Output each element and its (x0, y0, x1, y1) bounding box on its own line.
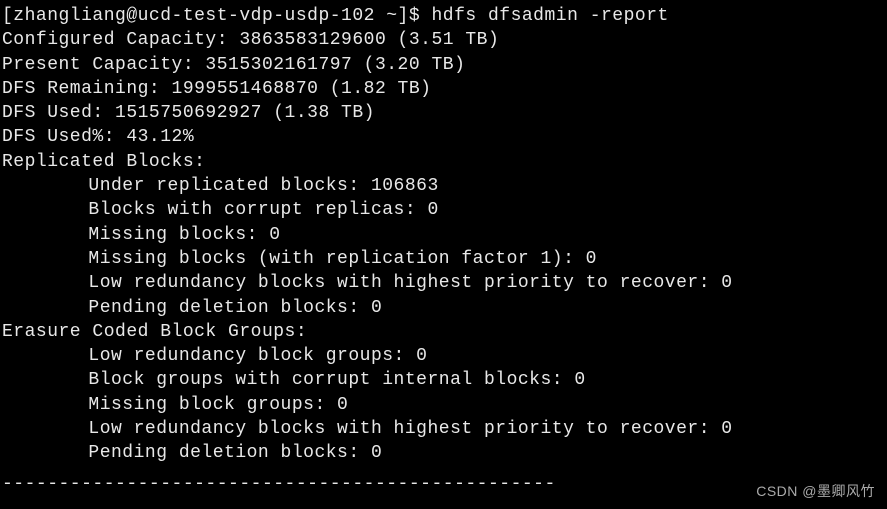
prompt-user-host: [zhangliang@ucd-test-vdp-usdp-102 ~]$ (2, 6, 431, 26)
erasure-header: Erasure Coded Block Groups: (2, 320, 885, 344)
configured-capacity: Configured Capacity: 3863583129600 (3.51… (2, 28, 885, 52)
missing-rf1: Missing blocks (with replication factor … (2, 247, 885, 271)
replicated-header: Replicated Blocks: (2, 150, 885, 174)
under-replicated: Under replicated blocks: 106863 (2, 174, 885, 198)
watermark: CSDN @墨卿风竹 (756, 482, 875, 501)
corrupt-internal: Block groups with corrupt internal block… (2, 368, 885, 392)
erasure-low-redundancy-priority: Low redundancy blocks with highest prior… (2, 417, 885, 441)
prompt-line[interactable]: [zhangliang@ucd-test-vdp-usdp-102 ~]$ hd… (2, 4, 885, 28)
missing-blocks: Missing blocks: 0 (2, 223, 885, 247)
missing-groups: Missing block groups: 0 (2, 393, 885, 417)
pending-deletion: Pending deletion blocks: 0 (2, 296, 885, 320)
low-redundancy-groups: Low redundancy block groups: 0 (2, 344, 885, 368)
present-capacity: Present Capacity: 3515302161797 (3.20 TB… (2, 53, 885, 77)
dfs-used-pct: DFS Used%: 43.12% (2, 125, 885, 149)
section-divider: ----------------------------------------… (2, 472, 885, 496)
erasure-pending-deletion: Pending deletion blocks: 0 (2, 441, 885, 465)
prompt-command: hdfs dfsadmin -report (431, 6, 668, 26)
dfs-used: DFS Used: 1515750692927 (1.38 TB) (2, 101, 885, 125)
corrupt-replicas: Blocks with corrupt replicas: 0 (2, 198, 885, 222)
dfs-remaining: DFS Remaining: 1999551468870 (1.82 TB) (2, 77, 885, 101)
low-redundancy-priority: Low redundancy blocks with highest prior… (2, 271, 885, 295)
